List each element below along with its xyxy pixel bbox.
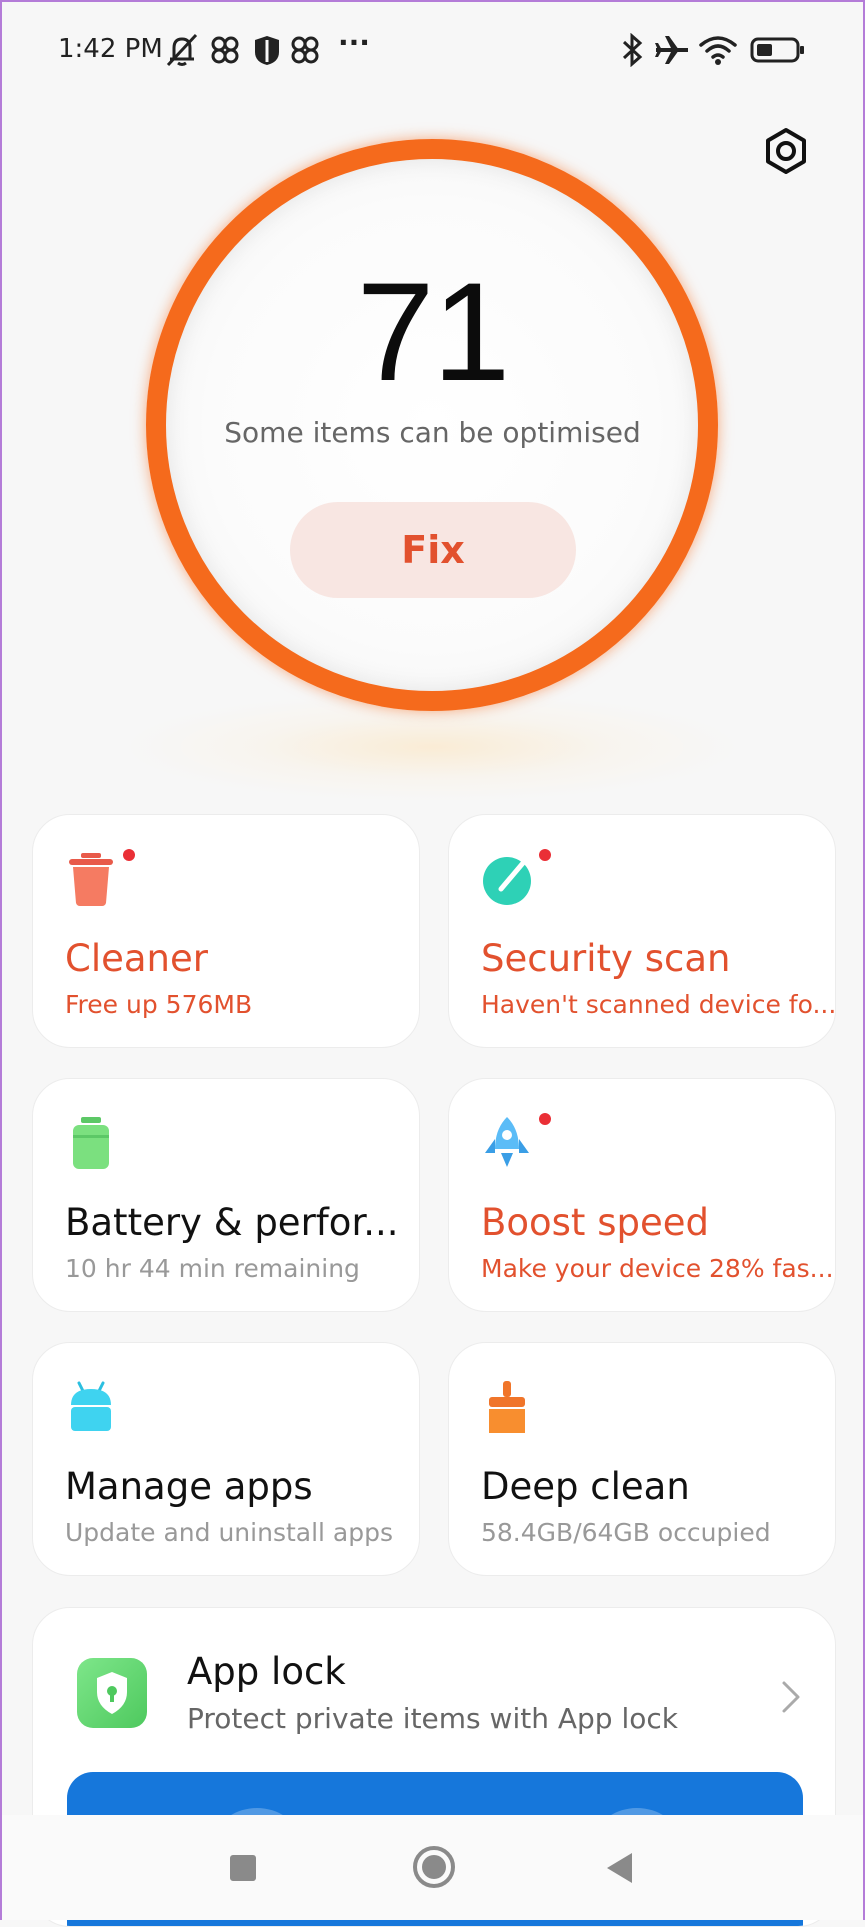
fix-button[interactable]: Fix xyxy=(290,502,576,598)
rocket-icon xyxy=(481,1115,533,1171)
recents-button[interactable] xyxy=(228,1853,258,1883)
card-subtitle: Make your device 28% fas... xyxy=(481,1254,834,1283)
android-icon xyxy=(65,1379,117,1435)
card-title: Manage apps xyxy=(65,1465,313,1508)
manage-apps-card[interactable]: Manage apps Update and uninstall apps xyxy=(32,1342,420,1576)
card-subtitle: 10 hr 44 min remaining xyxy=(65,1254,360,1283)
home-icon xyxy=(413,1846,455,1888)
card-title: Security scan xyxy=(481,937,731,980)
health-score: 71 xyxy=(356,253,511,410)
boost-speed-card[interactable]: Boost speed Make your device 28% fas... xyxy=(448,1078,836,1312)
card-title: Deep clean xyxy=(481,1465,690,1508)
deep-clean-card[interactable]: Deep clean 58.4GB/64GB occupied xyxy=(448,1342,836,1576)
shield-app-icon xyxy=(252,32,282,68)
back-triangle-icon xyxy=(607,1853,632,1883)
card-title: Battery & perfor... xyxy=(65,1201,399,1244)
brush-icon xyxy=(481,1379,533,1435)
alert-badge xyxy=(539,849,551,861)
card-subtitle: Update and uninstall apps xyxy=(65,1518,394,1547)
battery-icon xyxy=(750,32,806,68)
status-time: 1:42 PM xyxy=(58,34,163,64)
fan-icon xyxy=(290,32,320,68)
square-icon xyxy=(230,1855,256,1881)
wifi-icon xyxy=(698,32,738,68)
status-bar: 1:42 PM ··· xyxy=(2,2,863,102)
muted-icon xyxy=(164,32,200,68)
card-subtitle: Haven't scanned device fo... xyxy=(481,990,837,1019)
chevron-right-icon xyxy=(781,1680,801,1718)
home-button[interactable] xyxy=(412,1845,456,1889)
scan-icon xyxy=(481,851,533,907)
battery-icon xyxy=(65,1115,117,1171)
back-button[interactable] xyxy=(604,1851,634,1885)
settings-icon xyxy=(766,128,806,174)
more-icon: ··· xyxy=(338,26,370,59)
cleaner-card[interactable]: Cleaner Free up 576MB xyxy=(32,814,420,1048)
app-lock-subtitle: Protect private items with App lock xyxy=(187,1702,678,1735)
lock-shield-icon xyxy=(77,1658,147,1728)
navigation-bar xyxy=(2,1815,863,1920)
card-title: Boost speed xyxy=(481,1201,709,1244)
card-title: Cleaner xyxy=(65,937,208,980)
alert-badge xyxy=(539,1113,551,1125)
security-scan-card[interactable]: Security scan Haven't scanned device fo.… xyxy=(448,814,836,1048)
battery-card[interactable]: Battery & perfor... 10 hr 44 min remaini… xyxy=(32,1078,420,1312)
alert-badge xyxy=(123,849,135,861)
app-lock-title: App lock xyxy=(187,1650,346,1693)
card-subtitle: 58.4GB/64GB occupied xyxy=(481,1518,771,1547)
fan-icon xyxy=(210,32,240,68)
card-subtitle: Free up 576MB xyxy=(65,990,253,1019)
trash-icon xyxy=(65,851,117,907)
airplane-icon xyxy=(654,32,690,68)
bluetooth-icon xyxy=(620,32,644,68)
score-message: Some items can be optimised xyxy=(224,416,641,449)
settings-button[interactable] xyxy=(761,126,811,176)
